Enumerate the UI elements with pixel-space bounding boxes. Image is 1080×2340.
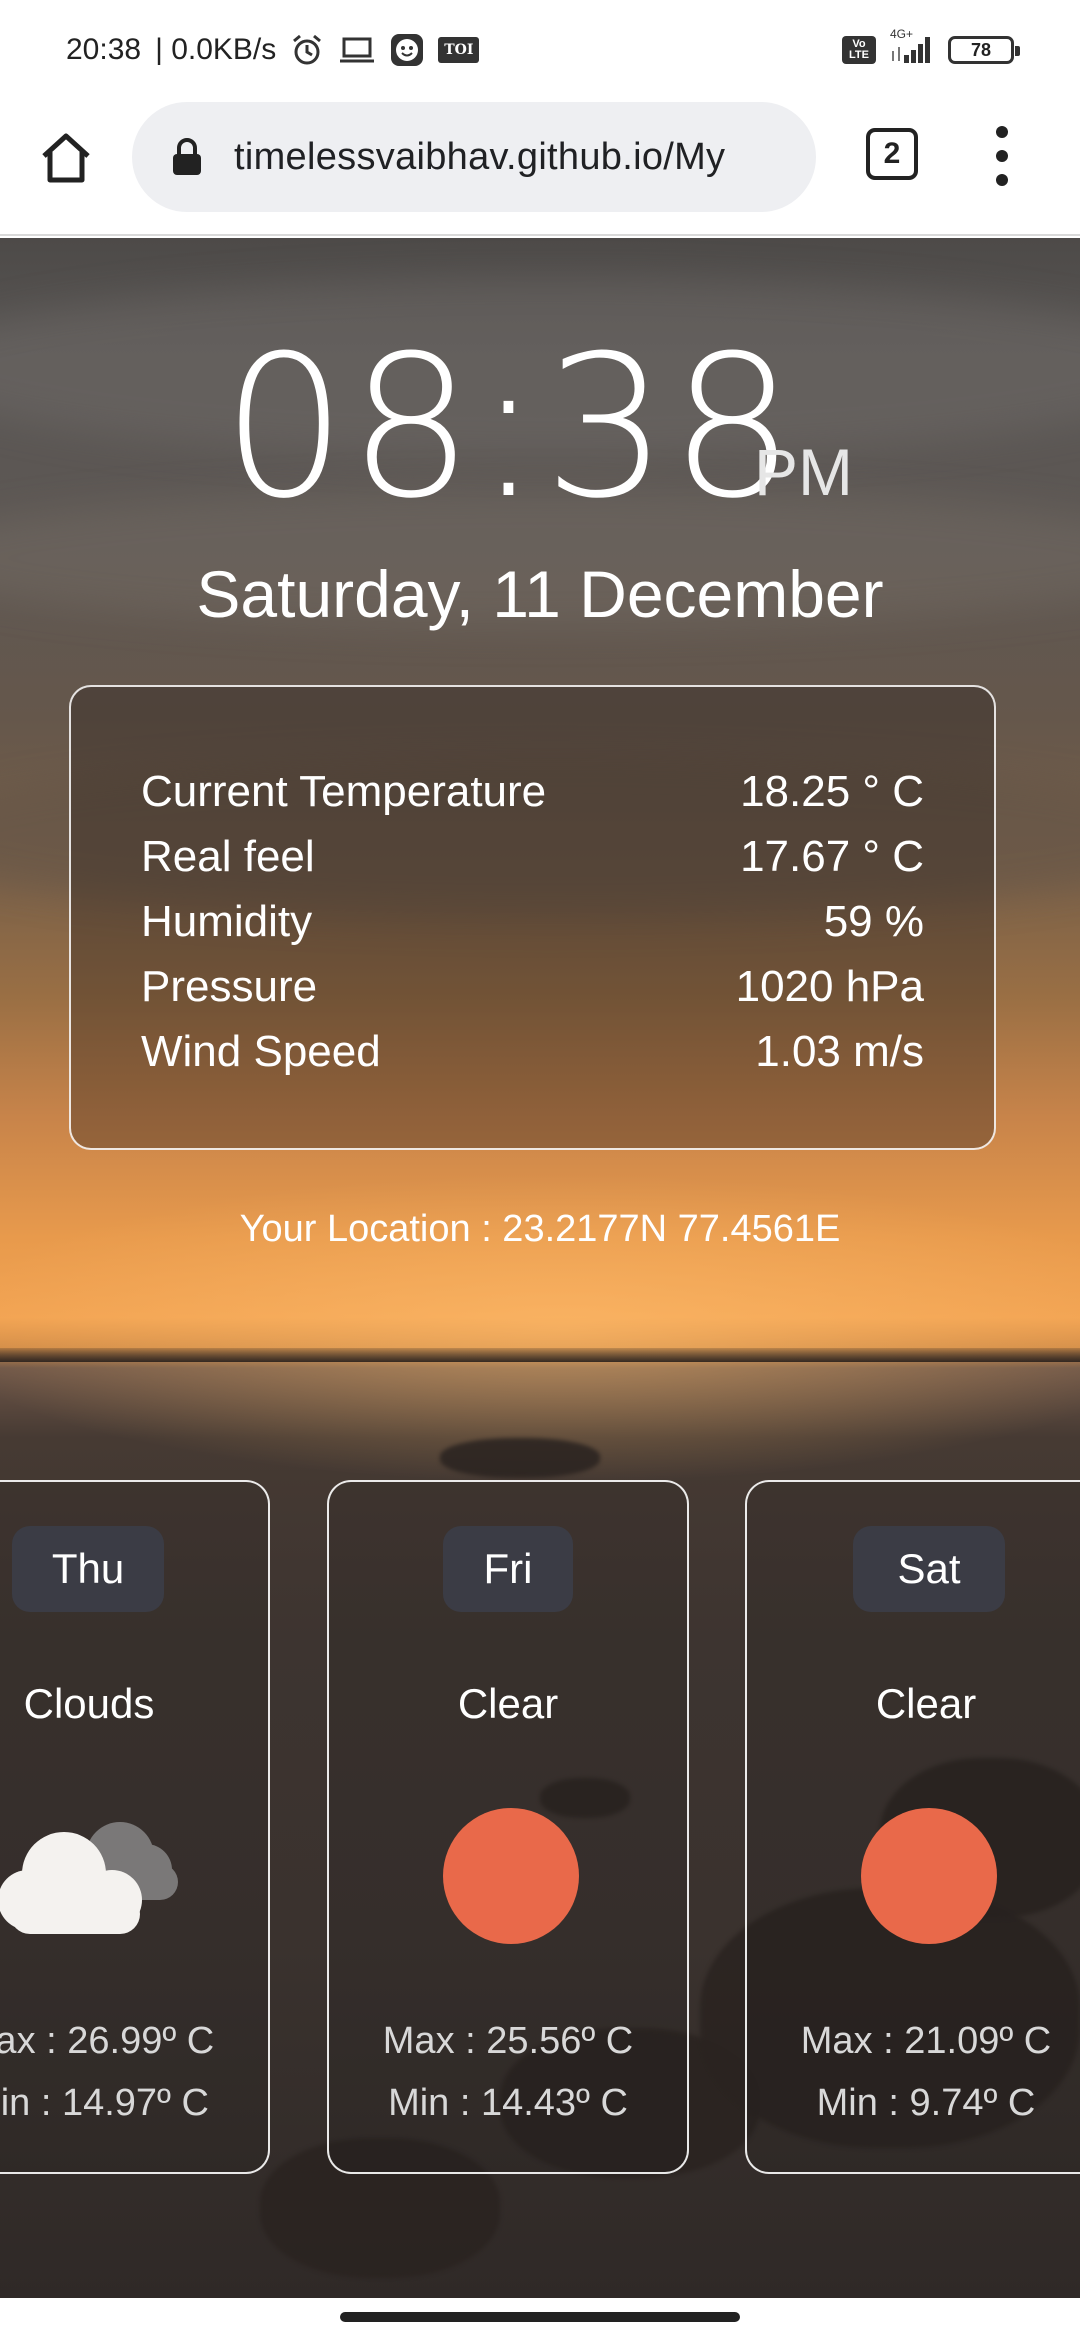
status-time: 20:38 bbox=[66, 33, 142, 66]
horizon-line bbox=[0, 1348, 1080, 1362]
weather-label: Humidity bbox=[141, 896, 313, 946]
forecast-condition: Clouds bbox=[23, 1680, 155, 1727]
sun-icon bbox=[861, 1808, 997, 1944]
forecast-day: Fri bbox=[443, 1526, 573, 1612]
toi-icon: TOI bbox=[438, 37, 480, 63]
weather-label: Current Temperature bbox=[141, 766, 547, 816]
weather-row: Pressure 1020 hPa bbox=[141, 954, 924, 1019]
clock-time: 08:38 bbox=[222, 314, 797, 542]
weather-value: 1020 hPa bbox=[735, 961, 924, 1011]
clock-date: Saturday, 11 December bbox=[196, 557, 884, 631]
weather-value: 18.25 ° C bbox=[740, 766, 924, 816]
battery-level: 78 bbox=[970, 39, 992, 60]
weather-page: 08:38 PM Saturday, 11 December Current T… bbox=[0, 238, 1080, 2298]
tab-count: 2 bbox=[883, 137, 901, 170]
clock-ampm: PM bbox=[754, 435, 853, 509]
forecast-min: Min : 9.74º C bbox=[816, 2082, 1036, 2124]
forecast-max: Max : 21.09º C bbox=[800, 2020, 1052, 2062]
lock-icon bbox=[170, 137, 204, 177]
status-bar: 20:38 | 0.0KB/s TOI Vo LTE 4G+ 78 bbox=[0, 0, 1080, 100]
sun-icon bbox=[443, 1808, 579, 1944]
browser-toolbar: timelessvaibhav.github.io/My 2 bbox=[0, 100, 1080, 236]
network-speed: | 0.0KB/s bbox=[155, 33, 277, 66]
forecast-day: Sat bbox=[853, 1526, 1005, 1612]
cloud-icon bbox=[0, 1804, 190, 1945]
weather-label: Real feel bbox=[141, 831, 315, 881]
location-text: Your Location : 23.2177N 77.4561E bbox=[239, 1208, 841, 1250]
background-rock bbox=[440, 1438, 600, 1478]
weather-row: Wind Speed 1.03 m/s bbox=[141, 1019, 924, 1084]
alarm-icon bbox=[290, 33, 324, 67]
weather-value: 1.03 m/s bbox=[755, 1026, 924, 1076]
forecast-condition: Clear bbox=[457, 1680, 559, 1727]
home-icon[interactable] bbox=[38, 130, 94, 186]
forecast-min: Min : 14.97º C bbox=[0, 2082, 209, 2124]
battery-icon: 78 bbox=[948, 36, 1020, 64]
weather-label: Wind Speed bbox=[141, 1026, 381, 1076]
smiley-icon bbox=[390, 33, 424, 67]
tab-switcher-button[interactable]: 2 bbox=[866, 128, 918, 180]
weather-value: 17.67 ° C bbox=[740, 831, 924, 881]
forecast-card-sat: Sat Clear Max : 21.09º C Min : 9.74º C bbox=[745, 1480, 1080, 2174]
network-type: 4G+ bbox=[890, 27, 914, 41]
weather-label: Pressure bbox=[141, 961, 318, 1011]
weather-value: 59 % bbox=[823, 896, 924, 946]
forecast-max: Max : 26.99º C bbox=[0, 2020, 215, 2062]
forecast-day: Thu bbox=[12, 1526, 164, 1612]
laptop-icon bbox=[338, 35, 376, 65]
weather-row: Real feel 17.67 ° C bbox=[141, 824, 924, 889]
forecast-min: Min : 14.43º C bbox=[388, 2082, 628, 2124]
current-weather-card: Current Temperature 18.25 ° C Real feel … bbox=[69, 685, 996, 1150]
clock: 08:38 PM bbox=[0, 314, 1080, 542]
weather-row: Current Temperature 18.25 ° C bbox=[141, 759, 924, 824]
url-text: timelessvaibhav.github.io/My bbox=[234, 135, 726, 178]
forecast-max: Max : 25.56º C bbox=[382, 2020, 634, 2062]
signal-icon: 4G+ bbox=[890, 27, 934, 65]
weather-row: Humidity 59 % bbox=[141, 889, 924, 954]
forecast-card-thu: Thu Clouds Max : 26.99º C Min : 14.97º C bbox=[0, 1480, 270, 2174]
volte-icon: Vo LTE bbox=[842, 36, 876, 64]
forecast-card-fri: Fri Clear Max : 25.56º C Min : 14.43º C bbox=[327, 1480, 689, 2174]
more-vert-icon[interactable] bbox=[988, 126, 1016, 186]
url-bar[interactable]: timelessvaibhav.github.io/My bbox=[132, 102, 816, 212]
gesture-handle[interactable] bbox=[340, 2312, 740, 2322]
forecast-condition: Clear bbox=[875, 1680, 977, 1727]
